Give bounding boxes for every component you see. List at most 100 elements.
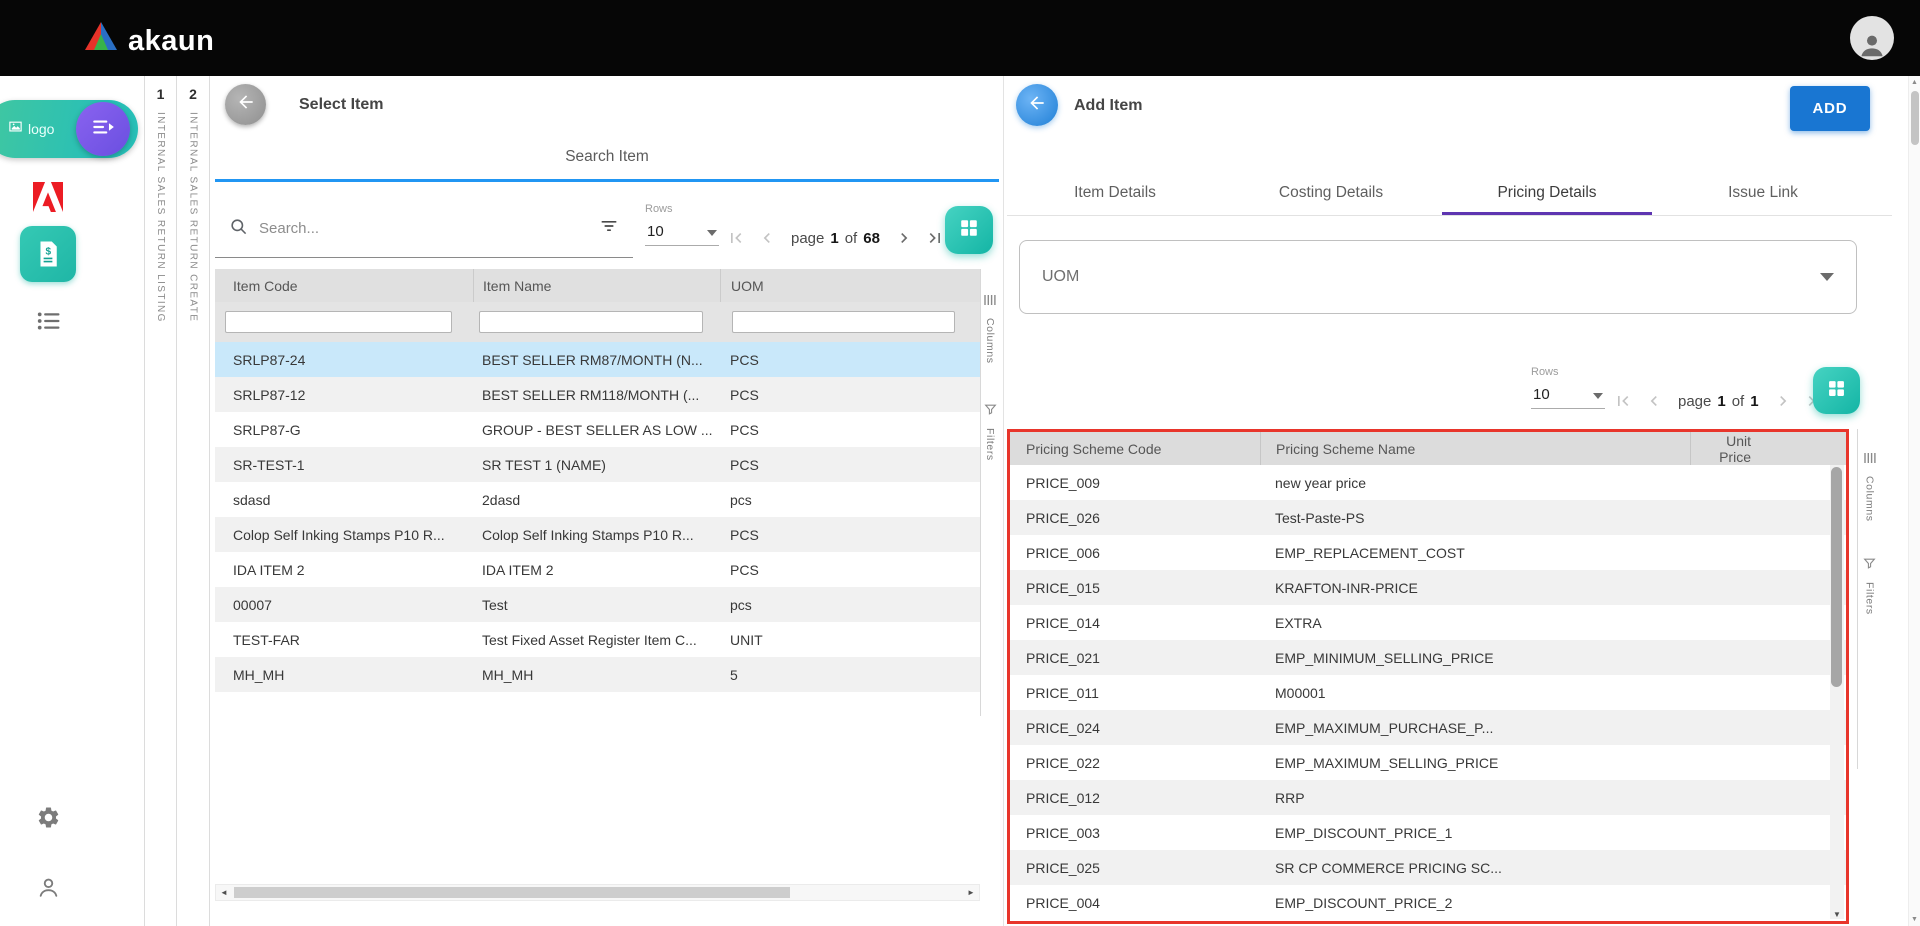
pricing-scheme-row[interactable]: PRICE_003EMP_DISCOUNT_PRICE_1 [1010, 815, 1846, 850]
back-button[interactable] [1016, 84, 1058, 126]
search-input[interactable] [259, 220, 599, 237]
horizontal-scrollbar[interactable]: ◄ ► [215, 884, 980, 901]
header-unit-price[interactable]: Unit Price [1690, 432, 1846, 465]
tab-internal-sales-return-create[interactable]: 2 INTERNAL SALES RETURN CREATE [177, 76, 210, 926]
pricing-scheme-code-cell: PRICE_011 [1010, 685, 1260, 701]
uom-cell: PCS [720, 352, 980, 368]
chevron-down-icon [1820, 268, 1834, 286]
item-row[interactable]: Colop Self Inking Stamps P10 R...Colop S… [215, 517, 980, 552]
uom-label: UOM [1042, 268, 1820, 286]
menu-toggle-button[interactable] [76, 102, 130, 156]
filters-toggle[interactable]: Filters [1858, 557, 1881, 615]
scroll-left-arrow[interactable]: ◄ [216, 885, 232, 900]
item-name-filter-input[interactable] [479, 311, 703, 333]
page-scrollbar[interactable]: ▲ ▼ [1908, 76, 1920, 926]
tab-item-details[interactable]: Item Details [1007, 170, 1223, 215]
pricing-scheme-row[interactable]: PRICE_009new year price [1010, 465, 1846, 500]
header-pricing-scheme-code[interactable]: Pricing Scheme Code [1010, 432, 1260, 465]
uom-filter-input[interactable] [732, 311, 955, 333]
sales-doc-app-icon[interactable]: $ [20, 226, 76, 282]
pricing-scheme-row[interactable]: PRICE_026Test-Paste-PS [1010, 500, 1846, 535]
item-row[interactable]: 00007Testpcs [215, 587, 980, 622]
pricing-scheme-row[interactable]: PRICE_004EMP_DISCOUNT_PRICE_2 [1010, 885, 1846, 920]
horizontal-scroll-thumb[interactable] [234, 887, 790, 898]
tab-pricing-details[interactable]: Pricing Details [1439, 170, 1655, 215]
pricing-scheme-row[interactable]: PRICE_015KRAFTON-INR-PRICE [1010, 570, 1846, 605]
tab-costing-details[interactable]: Costing Details [1223, 170, 1439, 215]
add-button[interactable]: ADD [1790, 86, 1870, 131]
uom-select[interactable]: UOM [1019, 240, 1857, 314]
filter-list-icon[interactable] [599, 216, 619, 241]
back-button[interactable] [225, 84, 266, 125]
next-page-button[interactable] [1773, 391, 1793, 411]
header-pricing-scheme-name[interactable]: Pricing Scheme Name [1260, 432, 1690, 465]
user-avatar[interactable] [1850, 16, 1894, 60]
first-page-button[interactable] [1613, 391, 1633, 411]
item-row[interactable]: SRLP87-12BEST SELLER RM118/MONTH (...PCS [215, 377, 980, 412]
pricing-scheme-row[interactable]: PRICE_006EMP_REPLACEMENT_COST [1010, 535, 1846, 570]
app-logo-pill[interactable]: logo [0, 100, 138, 158]
profile-person-icon[interactable] [30, 872, 66, 902]
broken-image-icon [8, 119, 23, 139]
grid-view-button[interactable] [1813, 367, 1860, 414]
pricing-scheme-row[interactable]: PRICE_022EMP_MAXIMUM_SELLING_PRICE [1010, 745, 1846, 780]
grid-view-button[interactable] [945, 206, 993, 254]
header-item-name[interactable]: Item Name [473, 269, 720, 302]
item-code-filter-input[interactable] [225, 311, 452, 333]
scroll-up-arrow[interactable]: ▲ [1909, 79, 1920, 86]
pdf-app-icon[interactable] [28, 178, 68, 216]
item-code-cell: 00007 [215, 597, 473, 613]
page-word: page [791, 230, 824, 247]
uom-cell: PCS [720, 562, 980, 578]
scroll-down-arrow[interactable]: ▼ [1830, 910, 1844, 919]
tab-number: 2 [189, 86, 197, 102]
next-page-button[interactable] [894, 228, 914, 248]
vertical-scroll-thumb[interactable] [1831, 467, 1842, 687]
pricing-scheme-row[interactable]: PRICE_025SR CP COMMERCE PRICING SC... [1010, 850, 1846, 885]
tab-search-item[interactable]: Search Item [215, 148, 999, 166]
brand-text: akaun [128, 26, 214, 56]
tab-issue-link[interactable]: Issue Link [1655, 170, 1871, 215]
item-row[interactable]: MH_MHMH_MH5 [215, 657, 980, 692]
item-name-cell: IDA ITEM 2 [473, 562, 720, 578]
tab-internal-sales-return-listing[interactable]: 1 INTERNAL SALES RETURN LISTING [144, 76, 177, 926]
first-page-button[interactable] [726, 228, 746, 248]
header-item-code[interactable]: Item Code [215, 269, 473, 302]
last-page-button[interactable] [925, 228, 945, 248]
pricing-scheme-row[interactable]: PRICE_012RRP [1010, 780, 1846, 815]
settings-gear-icon[interactable] [30, 802, 66, 832]
pricing-scheme-row[interactable]: PRICE_014EXTRA [1010, 605, 1846, 640]
chevron-down-icon [1593, 386, 1603, 403]
list-menu-icon[interactable] [30, 308, 66, 334]
item-row[interactable]: SRLP87-24BEST SELLER RM87/MONTH (N...PCS [215, 342, 980, 377]
item-row[interactable]: TEST-FARTest Fixed Asset Register Item C… [215, 622, 980, 657]
page-scroll-thumb[interactable] [1911, 91, 1919, 145]
menu-open-icon [90, 114, 116, 145]
rows-per-page-select[interactable]: 10 [645, 220, 719, 246]
uom-cell: PCS [720, 387, 980, 403]
total-pages: 68 [863, 230, 880, 247]
item-row[interactable]: sdasd2dasdpcs [215, 482, 980, 517]
scroll-right-arrow[interactable]: ► [963, 885, 979, 900]
scroll-down-arrow[interactable]: ▼ [1909, 916, 1920, 923]
total-pages: 1 [1750, 393, 1758, 410]
vertical-scrollbar[interactable]: ▼ [1830, 465, 1844, 919]
brand-logo[interactable]: akaun [84, 21, 214, 56]
columns-toggle[interactable]: Columns [981, 293, 999, 364]
pricing-scheme-row[interactable]: PRICE_024EMP_MAXIMUM_PURCHASE_P... [1010, 710, 1846, 745]
item-row[interactable]: IDA ITEM 2IDA ITEM 2PCS [215, 552, 980, 587]
uom-cell: PCS [720, 422, 980, 438]
item-row[interactable]: SRLP87-GGROUP - BEST SELLER AS LOW ...PC… [215, 412, 980, 447]
prev-page-button[interactable] [1644, 391, 1664, 411]
rows-per-page-select[interactable]: 10 [1531, 383, 1605, 409]
pricing-scheme-row[interactable]: PRICE_021EMP_MINIMUM_SELLING_PRICE [1010, 640, 1846, 675]
header-uom[interactable]: UOM [720, 269, 980, 302]
pricing-scheme-row[interactable]: PRICE_011M00001 [1010, 675, 1846, 710]
current-page: 1 [1717, 393, 1725, 410]
filters-toggle[interactable]: Filters [981, 403, 999, 461]
item-row[interactable]: SR-TEST-1SR TEST 1 (NAME)PCS [215, 447, 980, 482]
columns-toggle[interactable]: Columns [1858, 451, 1881, 522]
item-name-cell: MH_MH [473, 667, 720, 683]
pricing-scheme-name-cell: new year price [1260, 475, 1690, 491]
prev-page-button[interactable] [757, 228, 777, 248]
